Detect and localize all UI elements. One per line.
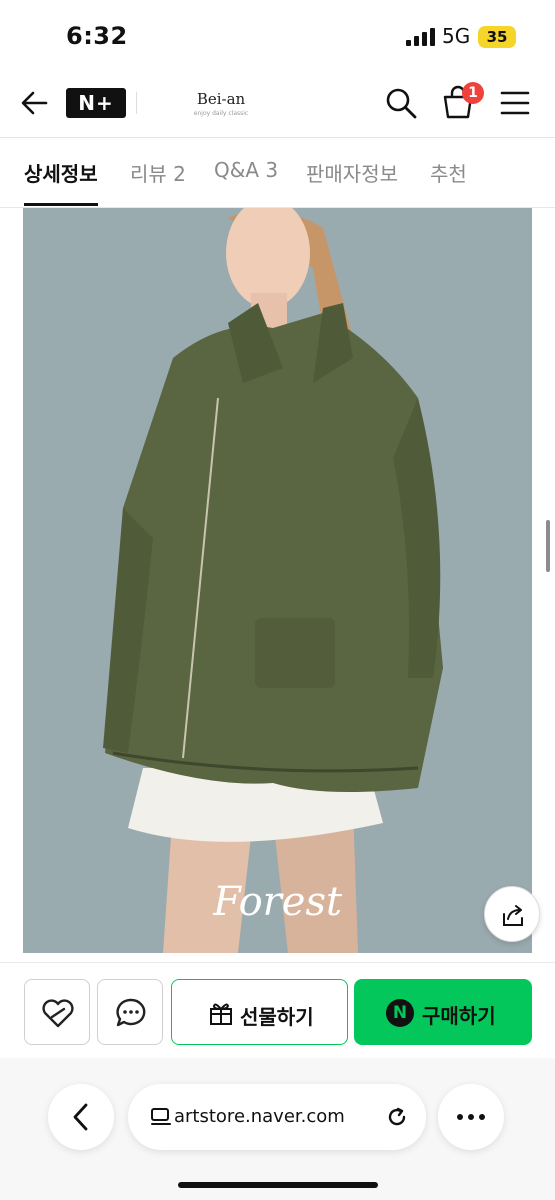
gift-button-label: 선물하기 [240, 1005, 314, 1029]
battery-indicator: 35 [478, 26, 516, 48]
browser-back-button[interactable] [48, 1084, 114, 1150]
chat-button[interactable] [97, 979, 163, 1045]
app-header: N+ Bei-an enjoy daily classic 1 [0, 72, 555, 138]
brand-name: Bei-an [196, 90, 246, 108]
tab-seller-info[interactable]: 판매자정보 [306, 158, 398, 206]
chat-bubble-icon [116, 998, 146, 1027]
heart-icon [42, 999, 74, 1028]
address-bar[interactable]: artstore.naver.com [128, 1084, 426, 1150]
share-button[interactable] [484, 886, 540, 942]
forest-script-text: Forest [213, 879, 343, 925]
brand-logo[interactable]: Bei-an enjoy daily classic [190, 90, 252, 117]
product-tabs: 상세정보 리뷰 2 Q&A 3 판매자정보 추천 [0, 138, 555, 208]
back-arrow-icon[interactable] [18, 86, 52, 120]
browser-toolbar: artstore.naver.com [0, 1058, 555, 1200]
chevron-left-icon [73, 1103, 88, 1131]
reload-icon[interactable] [384, 1104, 410, 1130]
purchase-action-bar: 선물하기 N 구매하기 [0, 962, 555, 1058]
tab-reviews[interactable]: 리뷰 2 [130, 158, 186, 206]
more-dots-icon [457, 1114, 485, 1120]
page-scrollbar[interactable] [546, 520, 550, 572]
cart-count-badge: 1 [462, 82, 484, 104]
home-indicator[interactable] [178, 1182, 378, 1188]
status-time: 6:32 [66, 22, 128, 50]
reader-icon[interactable] [150, 1106, 172, 1128]
header-divider [136, 92, 137, 114]
buy-button[interactable]: N 구매하기 [354, 979, 532, 1045]
naver-pay-icon: N [386, 999, 414, 1027]
buy-button-label: 구매하기 [422, 1004, 496, 1028]
browser-more-button[interactable] [438, 1084, 504, 1150]
search-icon[interactable] [384, 86, 418, 120]
brand-tagline: enjoy daily classic [193, 110, 249, 117]
tab-detail-info[interactable]: 상세정보 [24, 158, 98, 206]
product-image[interactable]: Forest [23, 208, 532, 953]
tab-qna[interactable]: Q&A 3 [214, 158, 278, 206]
hamburger-menu-icon[interactable] [500, 90, 530, 116]
share-icon [503, 905, 523, 926]
signal-icon [406, 28, 435, 46]
naver-plus-logo[interactable]: N+ [66, 88, 126, 118]
tab-recommend[interactable]: 추천 [430, 158, 467, 206]
url-text[interactable]: artstore.naver.com [174, 1106, 345, 1127]
wishlist-button[interactable] [24, 979, 90, 1045]
svg-text:Forest: Forest [213, 879, 343, 925]
network-label: 5G [442, 24, 471, 48]
gift-icon [210, 1003, 232, 1025]
model-jacket-illustration [23, 208, 532, 953]
gift-button[interactable]: 선물하기 [171, 979, 348, 1045]
status-bar: 6:32 5G 35 [0, 0, 555, 72]
